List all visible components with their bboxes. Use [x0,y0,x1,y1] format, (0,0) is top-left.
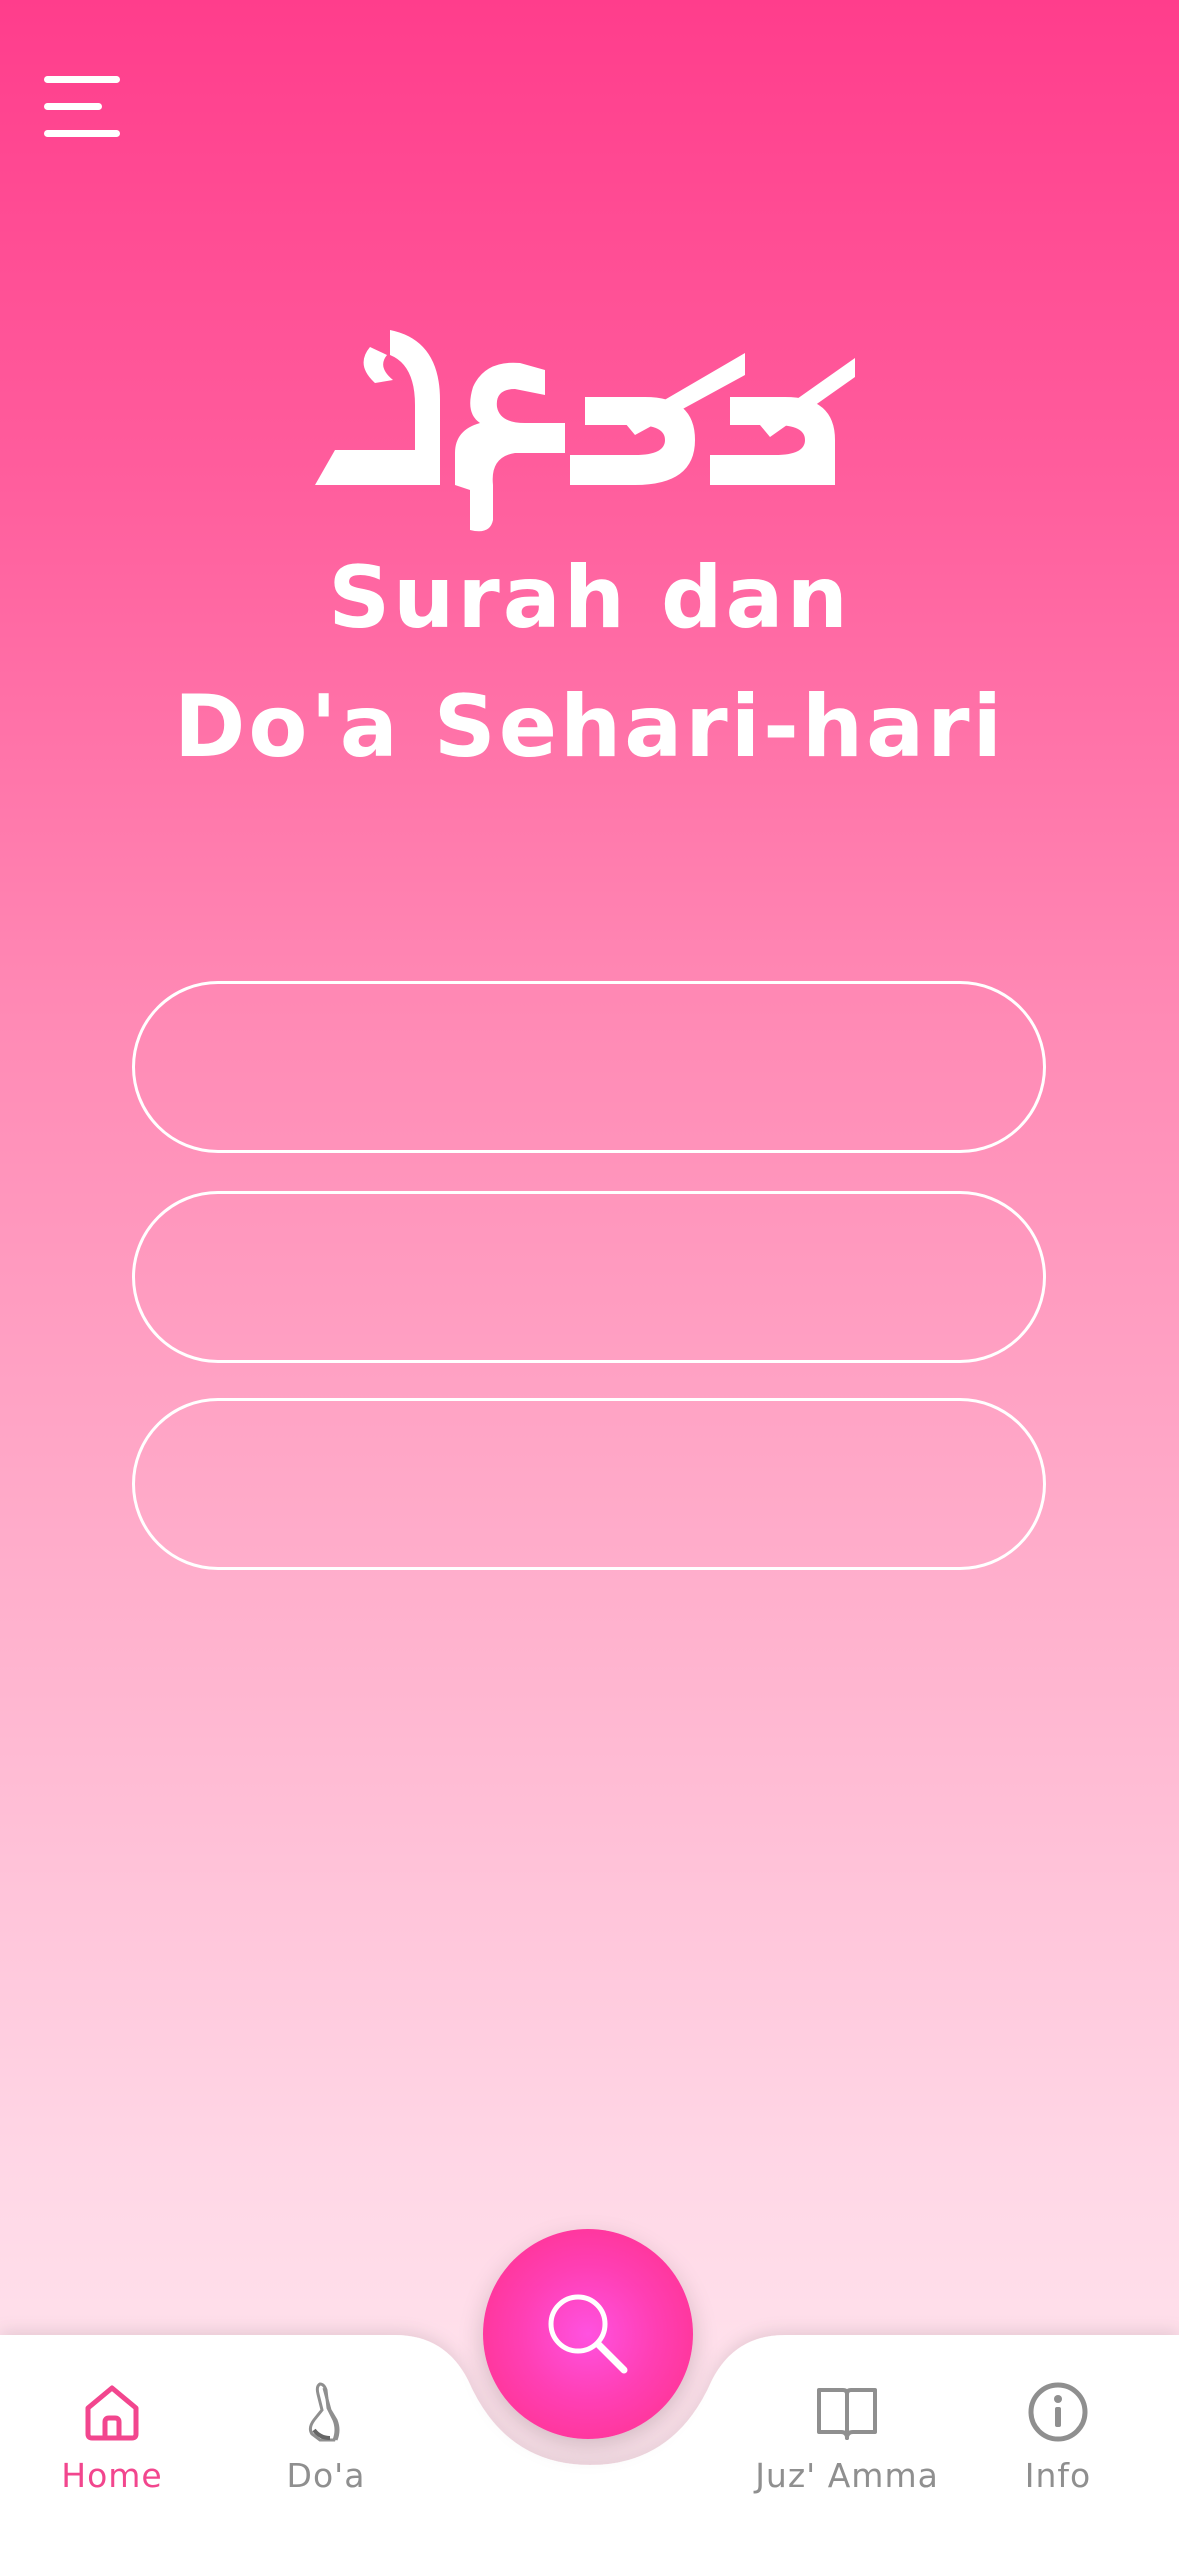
nav-item-info[interactable]: Info [958,2380,1158,2530]
menu-button-2[interactable] [132,1191,1046,1363]
app-title-line2: Do'a Sehari-hari [173,677,1006,777]
search-button[interactable] [483,2229,693,2439]
nav-label-doa: Do'a [286,2456,366,2495]
search-icon [548,2294,628,2374]
nav-label-juz-amma: Juz' Amma [755,2456,939,2495]
nav-item-home[interactable]: Home [12,2380,212,2530]
book-icon [817,2388,877,2440]
nav-item-doa[interactable]: Do'a [226,2380,426,2530]
menu-button-3[interactable] [132,1398,1046,1570]
info-icon [1028,2382,1088,2442]
arabic-calligraphy-logo [315,330,855,532]
app-title-line1: Surah dan [328,548,851,648]
hamburger-menu-icon[interactable] [44,76,122,138]
nav-item-juz-amma[interactable]: Juz' Amma [747,2380,947,2530]
home-icon [85,2385,139,2441]
praying-hands-icon [308,2382,340,2442]
menu-button-1[interactable] [132,981,1046,1153]
nav-label-info: Info [1024,2456,1092,2495]
nav-label-home: Home [61,2456,163,2495]
